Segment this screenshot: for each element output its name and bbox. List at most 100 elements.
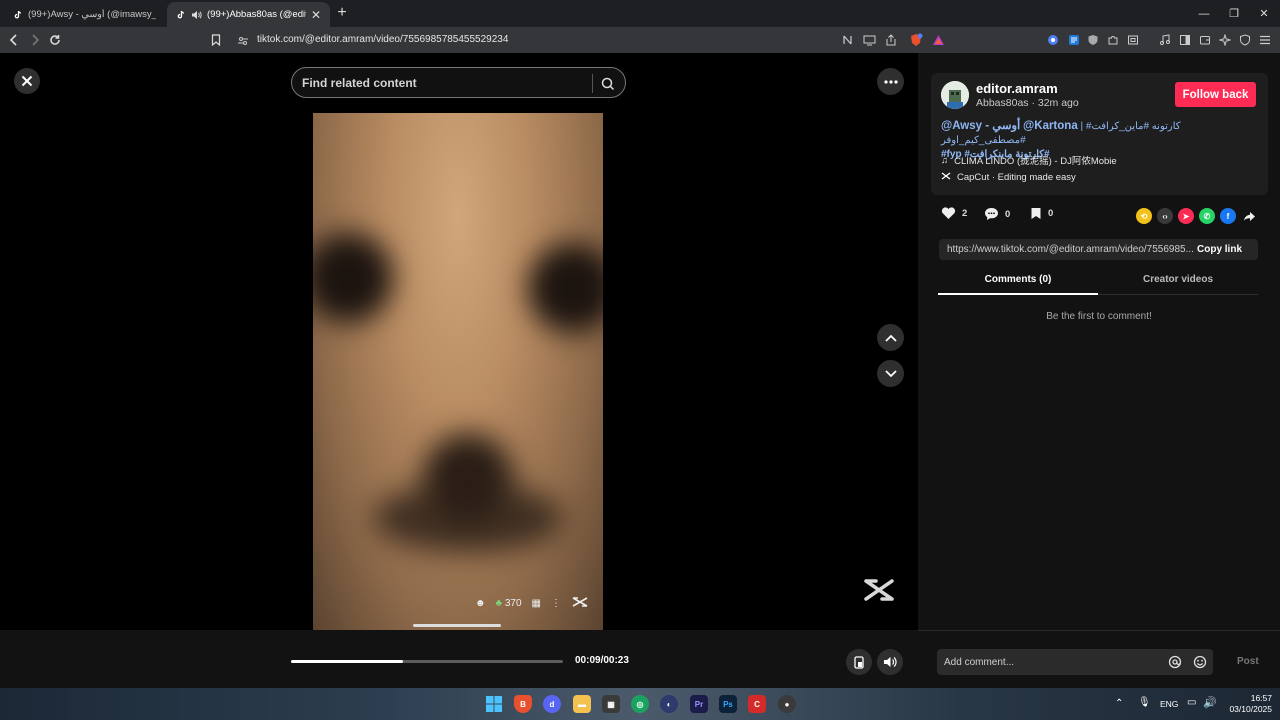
browser-tab-editor[interactable]: (99+)Abbas80as (@editor.amram ✕ [167,2,330,27]
more-dots-icon [883,79,898,84]
like-count: 2 [962,208,968,219]
save-button[interactable]: 0 [1030,207,1053,220]
vpn-shield-icon[interactable] [1235,30,1255,50]
speaker-icon[interactable] [191,9,202,20]
volume-button[interactable] [877,649,903,675]
extension-docs-icon[interactable] [1064,30,1084,50]
follow-back-button[interactable]: Follow back [1175,82,1256,107]
wallet-icon[interactable] [1195,30,1215,50]
mention-link[interactable]: @Kartona [1023,120,1078,132]
avatar[interactable] [941,81,969,109]
volume-icon [884,657,897,667]
site-settings-icon[interactable] [237,34,249,52]
file-explorer-icon[interactable]: ▬ [573,695,591,713]
mini-player-button[interactable] [846,649,872,675]
minimize-button[interactable]: — [1188,0,1220,27]
browser-tab-awsy[interactable]: (99+)Awsy - أوسي (@imawsy_) | TikTo [4,2,164,27]
author-username[interactable]: editor.amram [976,81,1058,96]
share-page-icon[interactable] [881,30,901,50]
tray-chevron-up-icon[interactable]: ⌃ [1115,698,1123,709]
obs-icon[interactable]: ● [778,695,796,713]
spotify-style-icon[interactable]: ◎ [631,695,649,713]
facebook-icon[interactable]: f [1220,208,1236,224]
search-input[interactable] [302,75,582,91]
mention-link[interactable]: @Awsy - أوسي [941,120,1020,132]
mention-icon[interactable] [1168,655,1182,674]
app-circle-icon[interactable]: ◐ [660,695,678,713]
video-details-panel: editor.amram Abbas80as · 32m ago Follow … [918,53,1280,688]
microphone-icon[interactable]: 🎙 [1138,697,1151,708]
video-frame[interactable]: ☻ ♣ 370 ▦ ⋮ [313,113,603,630]
share-forward-icon[interactable] [1241,208,1257,224]
leo-ai-icon[interactable] [1215,30,1235,50]
smiley-icon: ☻ [474,597,486,609]
extension-chrome-icon[interactable] [1043,30,1063,50]
screenshot-icon[interactable] [1123,30,1143,50]
repost-icon[interactable]: ⟲ [1136,208,1152,224]
brave-browser-icon[interactable]: B [514,695,532,713]
progress-bar[interactable] [291,660,563,663]
video-link-text[interactable]: https://www.tiktok.com/@editor.amram/vid… [947,244,1195,255]
video-player: ☻ ♣ 370 ▦ ⋮ 00:09/00:23 [0,53,918,688]
panel-tabs: Comments (0) Creator videos [938,271,1258,295]
windows-taskbar: B d ▬ ▦ ◎ ◐ Pr Ps C ● ⌃ 🎙 ENG ▭ 🔊 16:57 … [0,688,1280,720]
send-icon[interactable]: ➤ [1178,208,1194,224]
search-button[interactable] [598,74,618,93]
whatsapp-icon[interactable]: ✆ [1199,208,1215,224]
comment-button[interactable]: 0 [984,207,1010,221]
extension-shield-icon[interactable] [1083,30,1103,50]
video-inner-scrub [413,624,501,627]
input-language[interactable]: ENG [1160,699,1178,709]
menu-icon[interactable] [1255,30,1275,50]
overlay-more-icon: ⋮ [551,597,561,609]
system-clock[interactable]: 16:57 03/10/2025 [1222,693,1272,715]
music-note-icon: ♫ [941,154,949,166]
discord-icon[interactable]: d [543,695,561,713]
author-meta: Abbas80as · 32m ago [976,97,1079,109]
translate-off-icon[interactable] [838,30,858,50]
volume-tray-icon[interactable]: 🔊 [1203,696,1217,709]
capcut-app-icon[interactable]: C [748,695,766,713]
comment-input[interactable] [944,654,1144,670]
capcut-label: CapCut · Editing made easy [957,172,1076,183]
music-icon[interactable] [1155,30,1175,50]
browser-toolbar: tiktok.com/@editor.amram/video/755698578… [0,27,1280,53]
back-button[interactable] [4,30,24,50]
video-blur-shape [313,233,393,323]
premiere-pro-icon[interactable]: Pr [690,695,708,713]
emoji-icon[interactable] [1193,655,1207,674]
sidebar-toggle-icon[interactable] [1175,30,1195,50]
copy-link-button[interactable]: Copy link [1197,244,1242,255]
capcut-icon [941,172,951,183]
capcut-row[interactable]: CapCut · Editing made easy [941,172,1076,183]
cast-icon[interactable] [859,30,879,50]
like-button[interactable]: 2 [941,207,967,220]
comment-count: 0 [1005,208,1011,220]
microsoft-store-icon[interactable]: ▦ [602,695,620,713]
more-options-button[interactable] [877,68,904,95]
tab-title: (99+)Abbas80as (@editor.amram [207,9,306,20]
extensions-puzzle-icon[interactable] [1103,30,1123,50]
tab-comments[interactable]: Comments (0) [938,274,1098,285]
new-tab-button[interactable]: + [334,5,350,21]
close-window-button[interactable]: ✕ [1248,0,1280,27]
photoshop-icon[interactable]: Ps [719,695,737,713]
reload-button[interactable] [45,30,65,50]
close-icon [21,75,33,87]
close-tab-icon[interactable]: ✕ [310,8,322,22]
windows-start-icon[interactable] [485,695,503,713]
capcut-watermark-icon [862,575,896,605]
tab-creator-videos[interactable]: Creator videos [1098,274,1258,285]
previous-video-button[interactable] [877,324,904,351]
forward-button[interactable] [25,30,45,50]
embed-icon[interactable]: ‹› [1157,208,1173,224]
network-icon[interactable]: ▭ [1187,697,1196,708]
music-row[interactable]: ♫ CLIMA LINDO (拢泥摇) - DJ阿侬Mobie [941,153,1117,168]
restore-button[interactable]: ❐ [1218,0,1250,27]
brave-rewards-icon[interactable] [928,30,948,50]
close-video-button[interactable] [14,68,40,94]
brave-shields-icon[interactable] [906,30,926,50]
bookmark-icon[interactable] [206,30,226,50]
next-video-button[interactable] [877,360,904,387]
post-button[interactable]: Post [1237,656,1259,667]
